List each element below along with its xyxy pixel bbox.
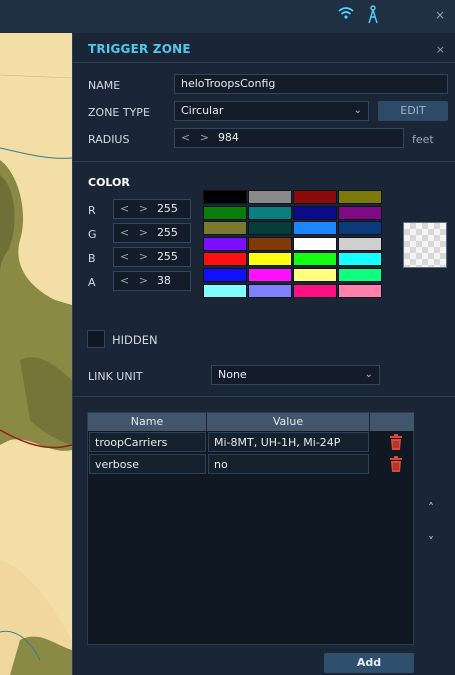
trash-icon[interactable] bbox=[389, 456, 403, 472]
radius-arrows-icon[interactable]: < > bbox=[181, 131, 212, 144]
r-label: R bbox=[88, 204, 96, 217]
name-label: NAME bbox=[88, 79, 121, 92]
edit-button[interactable]: EDIT bbox=[378, 101, 448, 121]
column-header-actions bbox=[370, 413, 414, 431]
hidden-checkbox[interactable] bbox=[87, 330, 105, 348]
a-value: 38 bbox=[156, 274, 171, 287]
column-header-name[interactable]: Name bbox=[88, 413, 207, 431]
g-arrows-icon[interactable]: < > bbox=[120, 226, 151, 239]
radius-label: RADIUS bbox=[88, 133, 130, 146]
section-divider bbox=[73, 161, 455, 162]
color-swatch[interactable] bbox=[293, 205, 337, 220]
g-stepper[interactable]: < > 255 bbox=[113, 223, 191, 243]
table-row-name[interactable]: troopCarriers bbox=[89, 432, 206, 452]
radius-value: 984 bbox=[217, 131, 239, 144]
color-swatch[interactable] bbox=[203, 205, 247, 220]
properties-table: Name Value troopCarriers Mi-8MT, UH-1H, … bbox=[87, 412, 414, 645]
trigger-zone-panel: TRIGGER ZONE × NAME heloTroopsConfig ZON… bbox=[72, 33, 455, 675]
b-stepper[interactable]: < > 255 bbox=[113, 247, 191, 267]
color-swatch[interactable] bbox=[248, 221, 292, 236]
color-swatch[interactable] bbox=[203, 268, 247, 282]
color-swatch[interactable] bbox=[338, 190, 382, 204]
color-swatch[interactable] bbox=[293, 190, 337, 204]
a-stepper[interactable]: < > 38 bbox=[113, 271, 191, 291]
color-preview bbox=[403, 222, 447, 268]
panel-title: TRIGGER ZONE bbox=[88, 42, 191, 56]
table-row-name[interactable]: verbose bbox=[89, 454, 206, 474]
a-label: A bbox=[88, 276, 96, 289]
color-swatch[interactable] bbox=[338, 205, 382, 220]
scroll-down-icon[interactable]: ˅ bbox=[428, 535, 434, 549]
color-swatch[interactable] bbox=[203, 221, 247, 236]
chevron-down-icon: ⌄ bbox=[353, 105, 362, 116]
top-bar: × bbox=[0, 0, 455, 33]
zone-type-select[interactable]: Circular ⌄ bbox=[174, 101, 369, 121]
add-button[interactable]: Add bbox=[324, 653, 414, 673]
color-swatch[interactable] bbox=[248, 268, 292, 282]
link-unit-select[interactable]: None ⌄ bbox=[211, 365, 380, 385]
b-arrows-icon[interactable]: < > bbox=[120, 250, 151, 263]
color-swatch[interactable] bbox=[293, 236, 337, 251]
color-swatch[interactable] bbox=[293, 252, 337, 267]
zone-type-label: ZONE TYPE bbox=[88, 106, 150, 119]
table-row-value[interactable]: no bbox=[208, 454, 369, 474]
color-swatch[interactable] bbox=[293, 283, 337, 298]
b-value: 255 bbox=[156, 250, 178, 263]
color-swatch[interactable] bbox=[203, 252, 247, 267]
a-arrows-icon[interactable]: < > bbox=[120, 274, 151, 287]
color-swatch[interactable] bbox=[293, 221, 337, 236]
color-swatch[interactable] bbox=[338, 283, 382, 298]
name-input[interactable]: heloTroopsConfig bbox=[174, 74, 448, 94]
color-swatch[interactable] bbox=[203, 283, 247, 298]
color-swatch[interactable] bbox=[248, 236, 292, 251]
hidden-label: HIDDEN bbox=[112, 333, 158, 347]
antenna-icon bbox=[367, 4, 379, 28]
color-swatch[interactable] bbox=[248, 190, 292, 204]
section-divider bbox=[73, 396, 455, 397]
column-header-value[interactable]: Value bbox=[207, 413, 370, 431]
color-swatch[interactable] bbox=[248, 283, 292, 298]
color-section-title: COLOR bbox=[88, 176, 130, 189]
title-divider bbox=[73, 62, 455, 63]
panel-close-icon[interactable]: × bbox=[436, 43, 445, 56]
color-swatch[interactable] bbox=[203, 236, 247, 251]
g-label: G bbox=[88, 228, 97, 241]
color-swatch[interactable] bbox=[248, 205, 292, 220]
r-value: 255 bbox=[156, 202, 178, 215]
r-stepper[interactable]: < > 255 bbox=[113, 199, 191, 219]
table-row-value[interactable]: Mi-8MT, UH-1H, Mi-24P bbox=[208, 432, 369, 452]
window-close-icon[interactable]: × bbox=[435, 8, 445, 22]
chevron-down-icon: ⌄ bbox=[364, 369, 373, 380]
color-swatch[interactable] bbox=[248, 252, 292, 267]
color-swatch[interactable] bbox=[203, 190, 247, 204]
link-unit-value: None bbox=[218, 368, 247, 381]
b-label: B bbox=[88, 252, 96, 265]
g-value: 255 bbox=[156, 226, 178, 239]
scroll-up-icon[interactable]: ˄ bbox=[428, 501, 434, 515]
link-unit-label: LINK UNIT bbox=[88, 370, 143, 383]
radius-stepper[interactable]: < > 984 bbox=[174, 128, 404, 148]
color-swatch[interactable] bbox=[338, 221, 382, 236]
color-swatch[interactable] bbox=[338, 252, 382, 267]
r-arrows-icon[interactable]: < > bbox=[120, 202, 151, 215]
color-swatch[interactable] bbox=[338, 236, 382, 251]
radius-unit: feet bbox=[412, 133, 434, 146]
wifi-icon bbox=[338, 6, 354, 24]
trash-icon[interactable] bbox=[389, 434, 403, 450]
zone-type-value: Circular bbox=[181, 104, 224, 117]
color-swatch[interactable] bbox=[338, 268, 382, 282]
color-swatch[interactable] bbox=[293, 268, 337, 282]
